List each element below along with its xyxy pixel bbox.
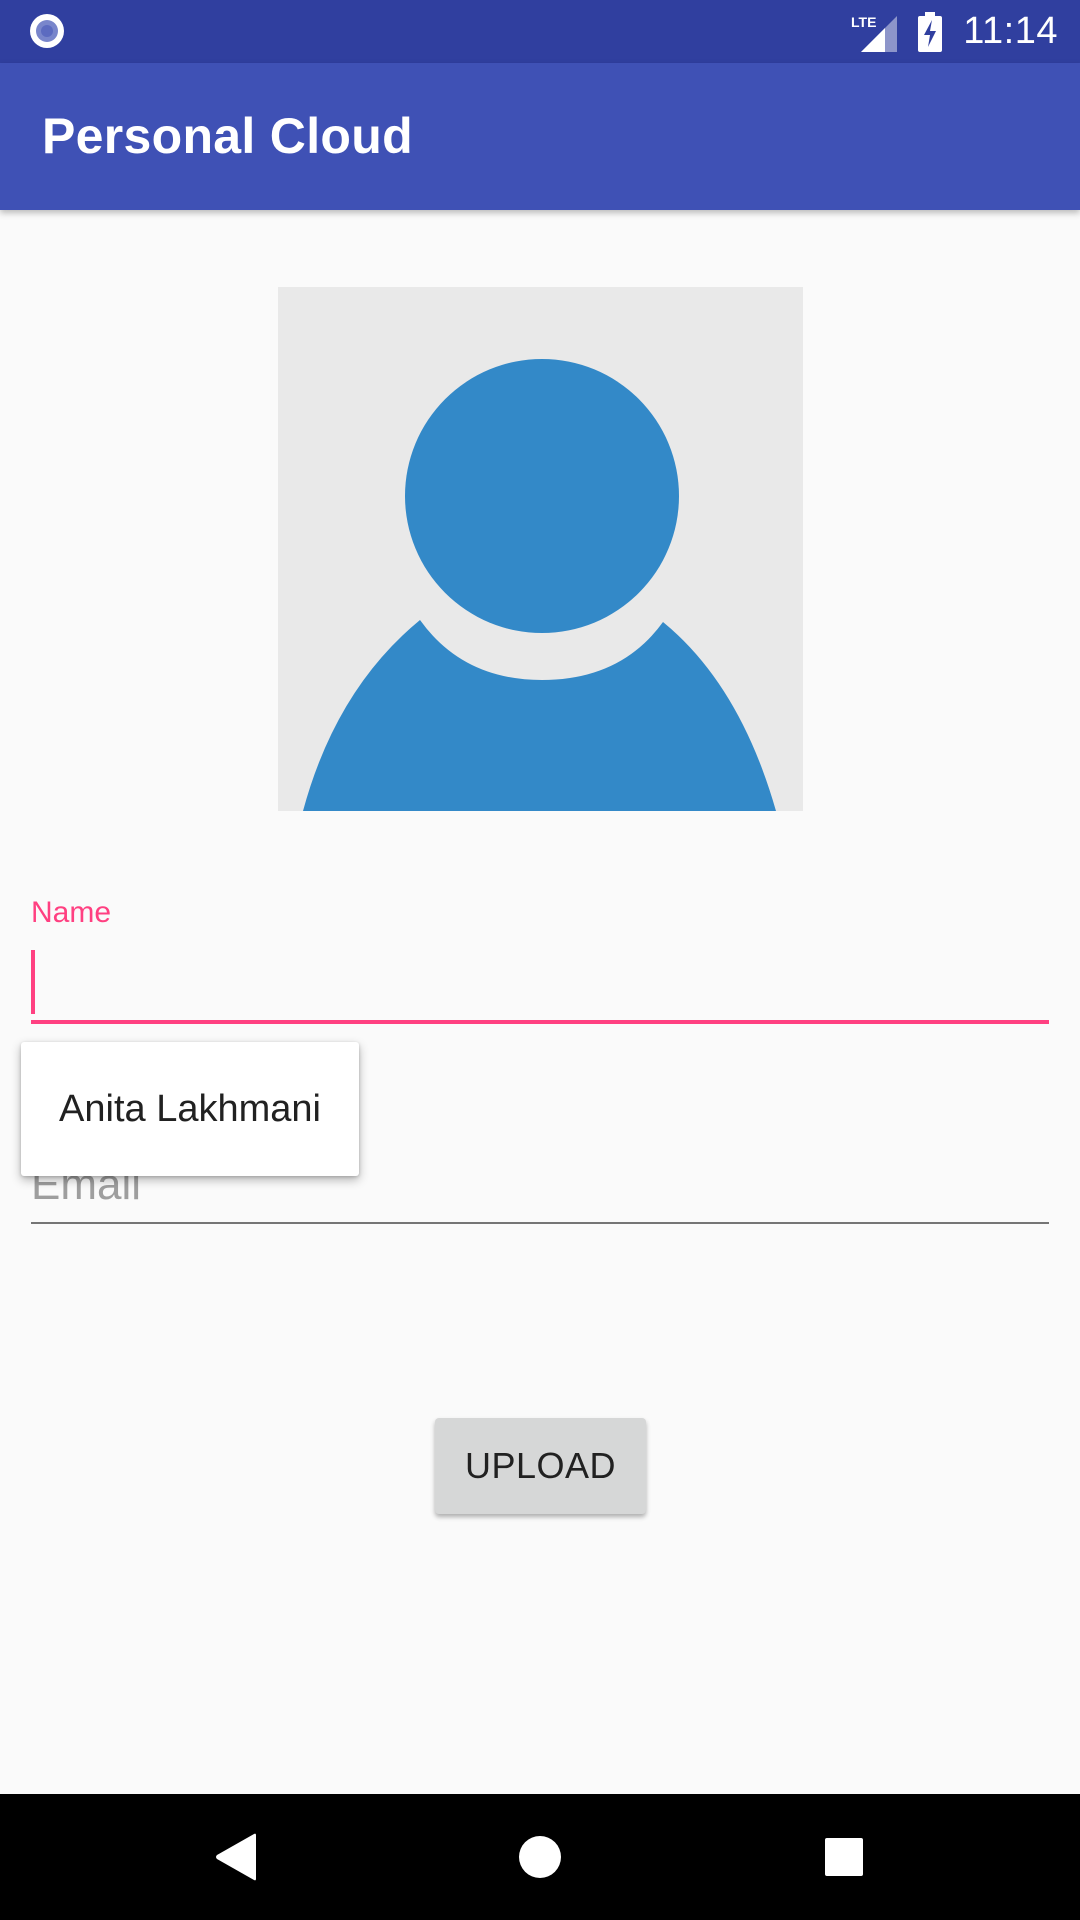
upload-button[interactable]: UPLOAD xyxy=(435,1418,646,1514)
home-icon xyxy=(519,1836,561,1878)
status-icons: LTE 11:14 xyxy=(851,0,1058,63)
status-bar: LTE 11:14 xyxy=(0,0,1080,63)
lte-signal-icon: LTE xyxy=(851,14,898,52)
name-input[interactable] xyxy=(31,940,1049,1024)
person-placeholder-icon xyxy=(303,359,776,811)
autocomplete-dropdown: Anita Lakhmani xyxy=(21,1042,359,1176)
navigation-bar xyxy=(0,1794,1080,1920)
name-label: Name xyxy=(31,896,112,929)
suggestion-item[interactable]: Anita Lakhmani xyxy=(21,1042,359,1176)
text-cursor xyxy=(31,950,35,1014)
back-button[interactable] xyxy=(176,1794,296,1920)
recents-icon xyxy=(825,1838,863,1876)
recents-button[interactable] xyxy=(784,1794,904,1920)
home-button[interactable] xyxy=(480,1794,600,1920)
battery-charging-icon xyxy=(918,11,943,52)
profile-image[interactable] xyxy=(278,287,803,811)
back-icon xyxy=(216,1833,256,1881)
status-time: 11:14 xyxy=(963,10,1058,52)
app-bar: Personal Cloud xyxy=(0,63,1080,210)
app-title: Personal Cloud xyxy=(42,108,413,164)
svg-text:LTE: LTE xyxy=(851,14,876,30)
notification-circle-icon xyxy=(30,14,64,48)
